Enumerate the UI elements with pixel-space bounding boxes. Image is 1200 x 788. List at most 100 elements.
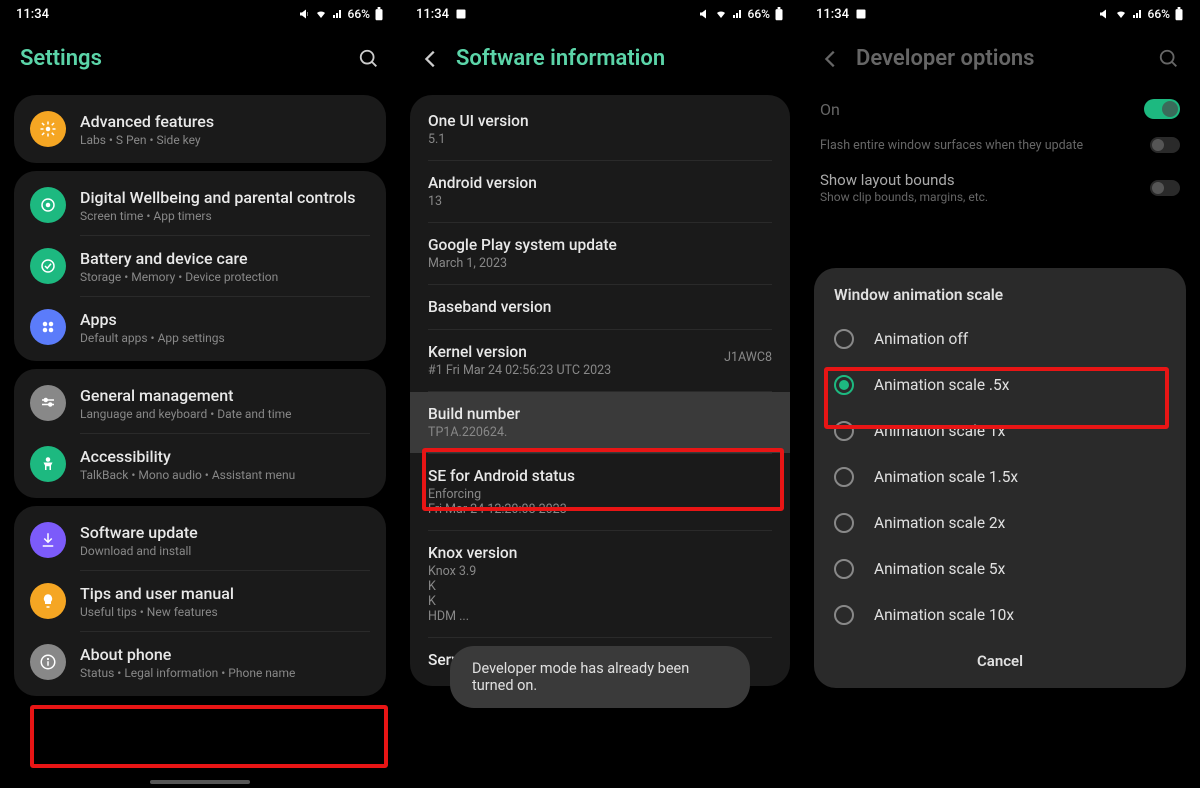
radio-animation-05x[interactable]: Animation scale .5x bbox=[814, 362, 1186, 408]
radio-animation-1x[interactable]: Animation scale 1x bbox=[814, 408, 1186, 454]
radio-animation-15x[interactable]: Animation scale 1.5x bbox=[814, 454, 1186, 500]
radio-animation-5x[interactable]: Animation scale 5x bbox=[814, 546, 1186, 592]
info-knox[interactable]: Knox versionKnox 3.9KKHDM ... bbox=[410, 531, 790, 637]
item-label: Tips and user manual bbox=[80, 584, 370, 603]
sidebar-item-general[interactable]: General management Language and keyboard … bbox=[14, 373, 386, 433]
radio-animation-10x[interactable]: Animation scale 10x bbox=[814, 592, 1186, 638]
toggle-flash[interactable] bbox=[1150, 137, 1180, 153]
radio-animation-off[interactable]: Animation off bbox=[814, 316, 1186, 362]
item-label: Show layout bounds bbox=[820, 171, 988, 189]
signal-icon bbox=[332, 8, 344, 20]
item-sub: Labs • S Pen • Side key bbox=[80, 133, 370, 147]
item-label: Software update bbox=[80, 523, 370, 542]
signal-icon bbox=[732, 8, 744, 20]
item-sub: TP1A.220624. bbox=[428, 425, 772, 440]
item-sub: March 1, 2023 bbox=[428, 256, 772, 271]
cancel-button[interactable]: Cancel bbox=[814, 638, 1186, 678]
item-label: Flash entire window surfaces when they u… bbox=[820, 138, 1083, 153]
info-kernel[interactable]: Kernel versionJ1AWC8#1 Fri Mar 24 02:56:… bbox=[410, 330, 790, 391]
item-sub: Language and keyboard • Date and time bbox=[80, 407, 370, 421]
info-android-version[interactable]: Android version 13 bbox=[410, 161, 790, 222]
status-battery: 66% bbox=[348, 7, 370, 21]
sidebar-item-battery[interactable]: Battery and device care Storage • Memory … bbox=[14, 236, 386, 296]
wifi-icon bbox=[1114, 8, 1128, 20]
radio-label: Animation scale 1.5x bbox=[874, 468, 1018, 486]
sidebar-item-accessibility[interactable]: AccessibilityTalkBack • Mono audio • Ass… bbox=[14, 434, 386, 494]
settings-group-2: Digital Wellbeing and parental controlsS… bbox=[14, 171, 386, 361]
radio-label: Animation scale .5x bbox=[874, 376, 1009, 394]
item-label: Kernel version bbox=[428, 343, 772, 361]
wifi-icon bbox=[314, 8, 328, 20]
page-title: Software information bbox=[456, 46, 665, 71]
status-icons: 66% bbox=[1098, 7, 1184, 21]
back-icon[interactable] bbox=[820, 48, 842, 70]
item-label: Advanced features bbox=[80, 112, 370, 131]
radio-icon bbox=[834, 513, 854, 533]
item-label: Battery and device care bbox=[80, 249, 370, 268]
back-icon[interactable] bbox=[420, 48, 442, 70]
item-label: Android version bbox=[428, 174, 772, 192]
info-play-update[interactable]: Google Play system update March 1, 2023 bbox=[410, 223, 790, 284]
dev-on-label: On bbox=[820, 100, 840, 119]
sidebar-item-software-update[interactable]: Software update Download and install bbox=[14, 510, 386, 570]
radio-label: Animation off bbox=[874, 330, 968, 348]
item-label: SE for Android status bbox=[428, 467, 772, 485]
item-sub4: HDM ... bbox=[428, 609, 772, 624]
status-battery: 66% bbox=[748, 7, 770, 21]
mute-icon bbox=[1098, 8, 1110, 20]
dev-flash-row[interactable]: Flash entire window surfaces when they u… bbox=[800, 131, 1200, 165]
sidebar-item-tips[interactable]: Tips and user manual Useful tips • New fe… bbox=[14, 571, 386, 631]
apps-icon bbox=[30, 309, 66, 345]
item-label: About phone bbox=[80, 645, 370, 664]
item-label: Accessibility bbox=[80, 447, 370, 466]
toggle-on[interactable] bbox=[1144, 99, 1180, 119]
item-label: Knox version bbox=[428, 544, 772, 562]
nav-bar bbox=[150, 780, 250, 784]
item-sub: Useful tips • New features bbox=[80, 605, 370, 619]
item-sub: Screen time • App timers bbox=[80, 209, 370, 223]
radio-icon bbox=[834, 421, 854, 441]
download-icon bbox=[30, 522, 66, 558]
item-label: One UI version bbox=[428, 112, 772, 130]
info-build-number[interactable]: Build numberTP1A.220624. bbox=[410, 392, 790, 453]
info-baseband[interactable]: Baseband version bbox=[410, 285, 790, 329]
radio-icon bbox=[834, 467, 854, 487]
dev-layout-row[interactable]: Show layout bounds Show clip bounds, mar… bbox=[800, 165, 1200, 216]
item-sub: Storage • Memory • Device protection bbox=[80, 270, 370, 284]
info-group: One UI version5.1 Android version 13 Goog… bbox=[410, 95, 790, 686]
wifi-icon bbox=[714, 8, 728, 20]
radio-animation-2x[interactable]: Animation scale 2x bbox=[814, 500, 1186, 546]
item-label: General management bbox=[80, 386, 370, 405]
item-label: Google Play system update bbox=[428, 236, 772, 254]
info-one-ui[interactable]: One UI version5.1 bbox=[410, 99, 790, 160]
item-sub: Download and install bbox=[80, 544, 370, 558]
gear-icon bbox=[30, 111, 66, 147]
radio-icon bbox=[834, 329, 854, 349]
item-sub3: K bbox=[428, 594, 772, 609]
bulb-icon bbox=[30, 583, 66, 619]
item-sub: 13 bbox=[428, 194, 772, 209]
highlight-about-phone bbox=[30, 705, 388, 768]
dialog-title: Window animation scale bbox=[814, 286, 1186, 316]
mute-icon bbox=[298, 8, 310, 20]
battery-icon bbox=[374, 7, 384, 21]
radio-label: Animation scale 2x bbox=[874, 514, 1005, 532]
search-icon[interactable] bbox=[358, 48, 380, 70]
sidebar-item-apps[interactable]: AppsDefault apps • App settings bbox=[14, 297, 386, 357]
settings-group-3: General management Language and keyboard … bbox=[14, 369, 386, 498]
software-info-screen: 11:34 66% Software information One UI ve… bbox=[400, 0, 800, 788]
status-bar: 11:34 66% bbox=[400, 0, 800, 28]
radio-label: Animation scale 1x bbox=[874, 422, 1005, 440]
search-icon[interactable] bbox=[1158, 48, 1180, 70]
toggle-layout[interactable] bbox=[1150, 180, 1180, 196]
battery-icon bbox=[1174, 7, 1184, 21]
sidebar-item-about-phone[interactable]: About phoneStatus • Legal information • … bbox=[14, 632, 386, 692]
info-se-android[interactable]: SE for Android statusEnforcingFri Mar 24… bbox=[410, 454, 790, 530]
sidebar-item-advanced-features[interactable]: Advanced features Labs • S Pen • Side key bbox=[14, 99, 386, 159]
sidebar-item-wellbeing[interactable]: Digital Wellbeing and parental controlsS… bbox=[14, 175, 386, 235]
developer-options-screen: 11:34 66% Developer options On Flash ent… bbox=[800, 0, 1200, 788]
status-bar: 11:34 66% bbox=[800, 0, 1200, 28]
radio-label: Animation scale 5x bbox=[874, 560, 1005, 578]
radio-icon bbox=[834, 375, 854, 395]
dev-on-row[interactable]: On bbox=[800, 87, 1200, 131]
